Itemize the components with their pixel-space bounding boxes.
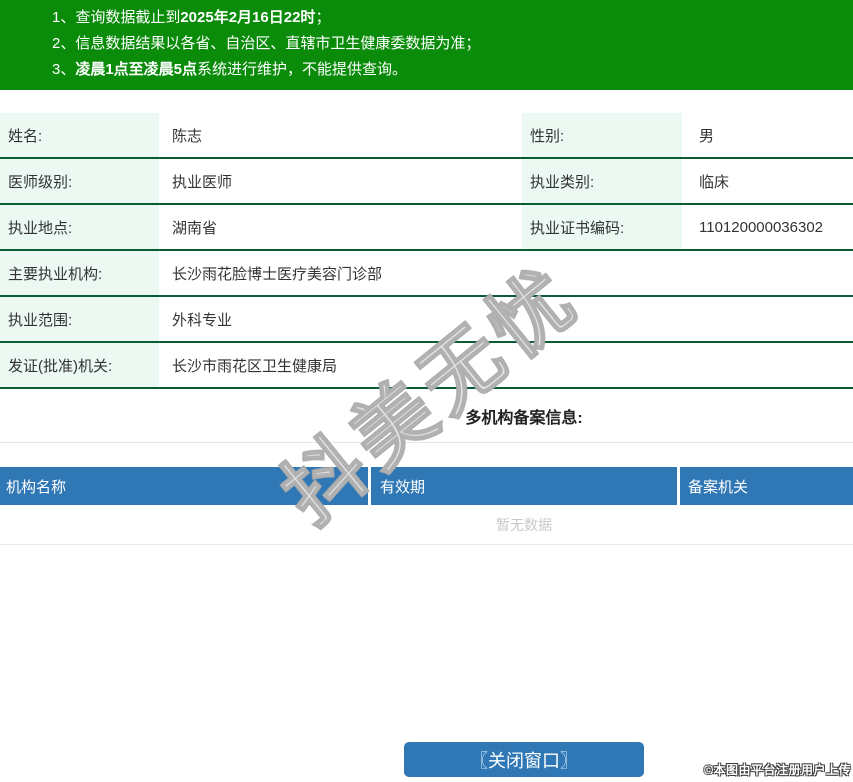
query-result-window: 1、查询数据截止到2025年2月16日22时； 2、信息数据结果以各省、自治区、… — [0, 0, 853, 782]
gender-value: 男 — [699, 127, 715, 145]
issuing-authority-label: 发证(批准)机关: — [0, 343, 159, 387]
column-header-filing-authority: 备案机关 — [680, 467, 853, 505]
main-institution-label: 主要执业机构: — [0, 251, 159, 295]
notice-line-3: 3、凌晨1点至凌晨5点系统进行维护，不能提供查询。 — [52, 61, 408, 78]
multi-institution-section: 多机构备案信息: — [0, 389, 853, 443]
copyright-watermark: ©本图由平台注册用户上传 — [704, 763, 851, 777]
issuing-authority-value: 长沙市雨花区卫生健康局 — [172, 357, 338, 375]
practice-category-label: 执业类别: — [522, 159, 682, 203]
license-number-label: 执业证书编码: — [522, 205, 682, 249]
notice-banner: 1、查询数据截止到2025年2月16日22时； 2、信息数据结果以各省、自治区、… — [0, 0, 853, 90]
column-header-validity-period: 有效期 — [371, 467, 677, 505]
table-row-main-institution: 主要执业机构: 长沙雨花脸博士医疗美容门诊部 — [0, 251, 853, 297]
main-institution-value: 长沙雨花脸博士医疗美容门诊部 — [172, 265, 383, 283]
practice-location-value: 湖南省 — [172, 219, 218, 237]
table-row-level-category: 医师级别: 执业医师 执业类别: 临床 — [0, 159, 853, 205]
license-number-value: 110120000036302 — [699, 218, 824, 236]
filing-table-header: 机构名称 有效期 备案机关 — [0, 467, 853, 505]
column-header-institution-name: 机构名称 — [0, 467, 368, 505]
doctor-level-value: 执业医师 — [172, 173, 233, 191]
gender-label: 性别: — [522, 113, 682, 157]
practice-category-value: 临床 — [699, 173, 730, 191]
name-label: 姓名: — [0, 113, 159, 157]
notice-line-1: 1、查询数据截止到2025年2月16日22时； — [52, 9, 331, 26]
empty-data-placeholder: 暂无数据 — [0, 505, 853, 545]
practice-scope-value: 外科专业 — [172, 311, 233, 329]
practice-location-label: 执业地点: — [0, 205, 159, 249]
table-row-issuing-authority: 发证(批准)机关: 长沙市雨花区卫生健康局 — [0, 343, 853, 389]
table-row-practice-scope: 执业范围: 外科专业 — [0, 297, 853, 343]
practitioner-info-table: 姓名: 陈志 性别: 男 医师级别: 执业医师 执业类别: 临床 执业地点: 湖… — [0, 113, 853, 389]
doctor-level-label: 医师级别: — [0, 159, 159, 203]
notice-line-2: 2、信息数据结果以各省、自治区、直辖市卫生健康委数据为准； — [52, 35, 481, 52]
close-window-button[interactable]: 〖关闭窗口〗 — [404, 742, 644, 777]
name-value: 陈志 — [172, 127, 203, 145]
table-row-name-gender: 姓名: 陈志 性别: 男 — [0, 113, 853, 159]
filing-table: 机构名称 有效期 备案机关 暂无数据 — [0, 467, 853, 545]
section-title: 多机构备案信息: — [465, 409, 583, 427]
table-row-location-license: 执业地点: 湖南省 执业证书编码: 110120000036302 — [0, 205, 853, 251]
practice-scope-label: 执业范围: — [0, 297, 159, 341]
